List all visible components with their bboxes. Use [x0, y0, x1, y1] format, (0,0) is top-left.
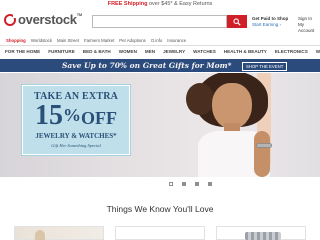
- sign-in-link[interactable]: Sign In My Account: [298, 16, 320, 34]
- promo-card-discount: 15%OFF: [23, 102, 129, 132]
- my-account-label[interactable]: My Account: [298, 22, 320, 34]
- subnav-insurance[interactable]: Insurance: [167, 38, 186, 43]
- promo-card-line4: Gift Her Something Special: [51, 143, 101, 148]
- product-tile[interactable]: [216, 226, 306, 240]
- girl-arm-shape: [254, 131, 270, 177]
- promo-card[interactable]: TAKE AN EXTRA 15%OFF JEWELRY & WATCHES* …: [21, 84, 131, 156]
- category-truncated[interactable]: WO: [311, 49, 320, 54]
- girl-hair-shape-2: [186, 83, 214, 115]
- category-for-the-home[interactable]: FOR THE HOME: [0, 49, 43, 54]
- promo-bar[interactable]: FREE Shipping over $45* & Easy Returns: [0, 0, 320, 9]
- overstock-logo[interactable]: overstockTM: [4, 12, 82, 27]
- bracelet-shape: [256, 143, 272, 148]
- mothers-day-banner[interactable]: Save Up to 70% on Great Gifts for Mom* S…: [0, 59, 320, 72]
- carousel-dots: [169, 182, 212, 186]
- category-health-beauty[interactable]: HEALTH & BEAUTY: [219, 49, 270, 54]
- carousel-dot[interactable]: [182, 182, 186, 186]
- search-button[interactable]: [227, 15, 247, 28]
- subnav-worldstock[interactable]: Worldstock: [31, 38, 52, 43]
- category-bed-bath[interactable]: BED & BATH: [78, 49, 114, 54]
- logo-o-icon: [4, 13, 17, 26]
- promo-text[interactable]: over $45* & Easy Returns: [147, 1, 212, 7]
- subnav-farmers-market[interactable]: Farmers Market: [84, 38, 114, 43]
- logo-text: overstockTM: [18, 12, 82, 27]
- category-men[interactable]: MEN: [140, 49, 158, 54]
- carousel-dot[interactable]: [208, 182, 212, 186]
- search-icon: [233, 17, 241, 26]
- start-earning-link[interactable]: Start Earning ›: [252, 22, 288, 28]
- lamp-image: [35, 230, 45, 240]
- subnav: Shopping Worldstock Main Street Farmers …: [6, 38, 186, 43]
- category-jewelry[interactable]: JEWELRY: [158, 49, 188, 54]
- promo-card-number: 15: [35, 100, 63, 131]
- section-title: Things We Know You'll Love: [106, 204, 214, 214]
- category-watches[interactable]: WATCHES: [188, 49, 219, 54]
- promo-card-percent: %: [63, 105, 81, 125]
- promo-card-off: OFF: [81, 108, 117, 128]
- carousel-dot[interactable]: [169, 182, 173, 186]
- page: FREE Shipping over $45* & Easy Returns o…: [0, 0, 320, 240]
- subnav-shopping[interactable]: Shopping: [6, 38, 26, 43]
- category-nav: FOR THE HOME FURNITURE BED & BATH WOMEN …: [0, 45, 320, 56]
- header: overstockTM Get Paid to Shop Start Earni…: [0, 9, 320, 35]
- banner-text[interactable]: Save Up to 70% on Great Gifts for Mom*: [62, 61, 232, 70]
- get-paid-link[interactable]: Get Paid to Shop Start Earning ›: [252, 16, 288, 28]
- promo-highlight[interactable]: FREE Shipping: [108, 1, 148, 7]
- shop-the-event-button[interactable]: SHOP THE EVENT: [242, 62, 288, 71]
- product-tile[interactable]: [115, 226, 205, 240]
- category-women[interactable]: WOMEN: [114, 49, 140, 54]
- hero-carousel[interactable]: TAKE AN EXTRA 15%OFF JEWELRY & WATCHES* …: [0, 73, 320, 177]
- promo-card-line3: JEWELRY & WATCHES*: [35, 132, 117, 140]
- category-electronics[interactable]: ELECTRONICS: [270, 49, 311, 54]
- product-tile[interactable]: [14, 226, 104, 240]
- category-furniture[interactable]: FURNITURE: [43, 49, 78, 54]
- logo-trademark: TM: [76, 12, 82, 17]
- carousel-dot[interactable]: [195, 182, 199, 186]
- subnav-pet-adoptions[interactable]: Pet Adoptions: [119, 38, 146, 43]
- watch-image: [245, 232, 281, 240]
- search-input[interactable]: [92, 15, 227, 28]
- subnav-main-street[interactable]: Main Street: [57, 38, 79, 43]
- subnav-o-info[interactable]: O.info: [151, 38, 162, 43]
